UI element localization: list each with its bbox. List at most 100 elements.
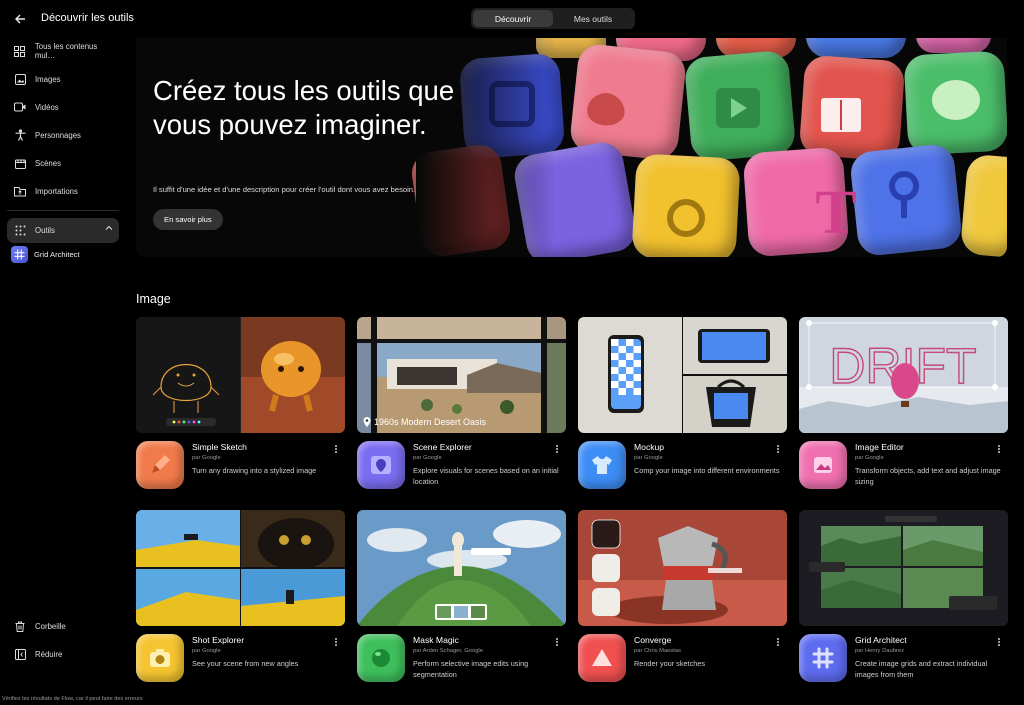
tool-card-image-editor[interactable]: DRIFT Image Editor par Google Transform … [799, 317, 1008, 495]
sidebar-item-trash[interactable]: Corbeille [7, 615, 119, 637]
hero-fade [416, 38, 556, 257]
tool-name: Converge [634, 635, 672, 645]
sidebar-item-images[interactable]: Images [7, 68, 119, 90]
hashtag-icon [799, 634, 847, 682]
sidebar-item-label: Personnages [35, 130, 81, 140]
sidebar-item-label: Images [35, 74, 61, 84]
sidebar: Tous les contenus mul… Images Vidéos Per… [0, 38, 128, 705]
hero-title: Créez tous les outils que vous pouvez im… [153, 75, 455, 140]
tool-name: Mask Magic [413, 635, 459, 645]
triangle-icon [578, 634, 626, 682]
preview-caption: 1960s Modern Desert Oasis [363, 417, 486, 427]
section-title-image: Image [136, 292, 171, 306]
tool-author: par Chris Maestas [634, 648, 682, 654]
more-options-button[interactable] [552, 636, 562, 648]
sidebar-item-label: Tous les contenus mul… [34, 42, 98, 60]
trash-icon [13, 619, 27, 633]
tab-my-tools[interactable]: Mes outils [553, 10, 633, 27]
tool-description: Explore visuals for scenes based on an i… [413, 466, 559, 486]
image-edit-icon [799, 441, 847, 489]
back-button[interactable] [10, 9, 30, 29]
tool-name: Simple Sketch [192, 442, 247, 452]
sidebar-item-label: Outils [35, 226, 55, 235]
tool-description: Transform objects, add text and adjust i… [855, 466, 1001, 486]
tool-name: Grid Architect [855, 635, 907, 645]
tool-preview[interactable] [136, 510, 345, 626]
more-options-button[interactable] [994, 636, 1004, 648]
sidebar-divider [7, 210, 119, 211]
tool-author: par Google [192, 648, 221, 654]
tool-card-scene-explorer[interactable]: 1960s Modern Desert Oasis Scene Explorer… [357, 317, 566, 495]
hero-banner: T Créez tous les outils que vous pouvez … [136, 38, 1007, 257]
more-options-button[interactable] [552, 443, 562, 455]
chevron-up-icon [105, 225, 113, 230]
tool-description: Turn any drawing into a stylized image [192, 466, 317, 475]
page-title: Découvrir les outils [41, 12, 134, 24]
scene-icon [13, 156, 27, 170]
more-options-button[interactable] [331, 636, 341, 648]
learn-more-button[interactable]: En savoir plus [153, 209, 223, 230]
tool-author: par Arden Schager, Google [413, 648, 483, 654]
tool-description: Create image grids and extract individua… [855, 659, 988, 679]
tool-author: par Google [634, 455, 663, 461]
tool-card-converge[interactable]: Converge par Chris Maestas Render your s… [578, 510, 787, 688]
tool-name: Scene Explorer [413, 442, 472, 452]
arrow-left-icon [15, 14, 25, 24]
video-icon [13, 100, 27, 114]
tool-author: par Google [855, 455, 884, 461]
location-pin-icon [363, 417, 371, 427]
tool-description: Perform selective image edits using segm… [413, 659, 529, 679]
map-pin-icon [357, 441, 405, 489]
sidebar-item-characters[interactable]: Personnages [7, 124, 119, 146]
more-options-button[interactable] [773, 636, 783, 648]
tool-preview[interactable] [578, 510, 787, 626]
grid-architect-thumb-icon [11, 246, 28, 263]
sidebar-item-tools[interactable]: Outils [7, 218, 119, 243]
sidebar-item-collapse[interactable]: Réduire [7, 643, 119, 665]
tool-name: Image Editor [855, 442, 904, 452]
sidebar-item-label: Scènes [35, 158, 62, 168]
sidebar-item-imports[interactable]: Importations [7, 180, 119, 202]
sidebar-item-scenes[interactable]: Scènes [7, 152, 119, 174]
tshirt-icon [578, 441, 626, 489]
tool-preview[interactable] [799, 510, 1008, 626]
tool-card-grid-architect[interactable]: Grid Architect par Henry Daubrez Create … [799, 510, 1008, 688]
more-options-button[interactable] [331, 443, 341, 455]
tool-description: Render your sketches [634, 659, 705, 668]
tool-card-shot-explorer[interactable]: Shot Explorer par Google See your scene … [136, 510, 345, 688]
tool-preview[interactable]: 1960s Modern Desert Oasis [357, 317, 566, 433]
dots-grid-icon [13, 224, 27, 238]
more-options-button[interactable] [773, 443, 783, 455]
upload-icon [13, 184, 27, 198]
sphere-icon [357, 634, 405, 682]
sidebar-item-videos[interactable]: Vidéos [7, 96, 119, 118]
grid-icon [13, 44, 27, 58]
image-icon [13, 72, 27, 86]
tab-discover[interactable]: Découvrir [473, 10, 553, 27]
sidebar-item-grid-architect[interactable]: Grid Architect [11, 246, 80, 263]
more-options-button[interactable] [994, 443, 1004, 455]
disclaimer-text: Vérifiez les résultats de Flow, car il p… [2, 696, 143, 702]
tool-card-simple-sketch[interactable]: Simple Sketch par Google Turn any drawin… [136, 317, 345, 495]
tool-author: par Google [192, 455, 221, 461]
tool-preview[interactable] [136, 317, 345, 433]
tool-author: par Google [413, 455, 442, 461]
sidebar-item-label: Vidéos [35, 102, 59, 112]
tool-card-mask-magic[interactable]: Mask Magic par Arden Schager, Google Per… [357, 510, 566, 688]
tool-name: Mockup [634, 442, 665, 452]
hero-subtitle: Il suffit d'une idée et d'une descriptio… [153, 185, 416, 194]
sidebar-item-all-media[interactable]: Tous les contenus mul… [7, 40, 119, 62]
view-switch: Découvrir Mes outils [471, 8, 635, 29]
sidebar-item-label: Corbeille [35, 621, 66, 631]
camera-icon [136, 634, 184, 682]
tool-preview[interactable]: DRIFT [799, 317, 1008, 433]
sidebar-item-label: Grid Architect [34, 250, 80, 259]
tool-preview[interactable] [357, 510, 566, 626]
tool-card-mockup[interactable]: Mockup par Google Comp your image into d… [578, 317, 787, 495]
tool-preview[interactable] [578, 317, 787, 433]
tool-description: See your scene from new angles [192, 659, 299, 668]
tool-description: Comp your image into different environme… [634, 466, 780, 475]
pencil-icon [136, 441, 184, 489]
svg-text:T: T [815, 179, 856, 247]
sidebar-item-label: Réduire [35, 649, 63, 659]
